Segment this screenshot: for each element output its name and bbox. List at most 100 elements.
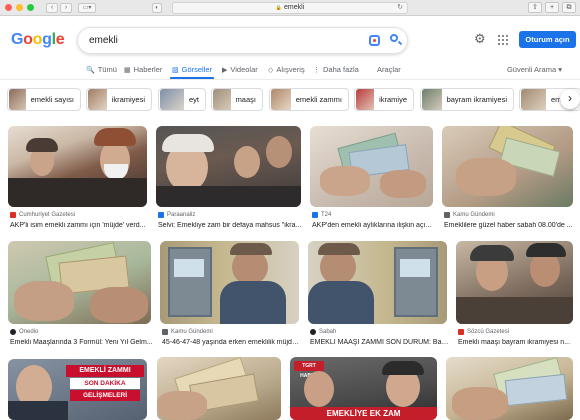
tab-label: Alışveriş — [276, 65, 305, 74]
result-title[interactable]: 45-46-47-48 yaşında erken emeklilik müjd… — [162, 339, 301, 346]
result-image[interactable]: TGRT HABER EMEKLİYE EK ZAM — [290, 357, 437, 420]
logo-letter: G — [11, 31, 24, 48]
result-title[interactable]: Emekli Maaşlarında 3 Formül: Yeni Yıl Ge… — [10, 339, 153, 346]
source-favicon — [458, 329, 464, 335]
apps-grid-icon[interactable] — [498, 35, 508, 45]
sign-in-button[interactable]: Oturum açın — [519, 31, 576, 48]
back-button[interactable]: ‹ — [46, 2, 58, 13]
tab-shopping[interactable]: ◇ Alışveriş — [268, 65, 305, 74]
tab-label: Videolar — [230, 65, 258, 74]
chip-bayram-ikramiyesi[interactable]: bayram ikramiyesi — [420, 88, 514, 111]
news-banner: EMEKLİYE EK ZAM — [290, 407, 437, 420]
chip-eyt[interactable]: eyt — [158, 88, 206, 111]
chevron-right-icon[interactable]: › — [560, 89, 580, 109]
sidebar-toggle-button[interactable]: ▭▾ — [78, 2, 96, 13]
images-icon: ▨ — [172, 66, 179, 74]
result-title[interactable]: AKP'den emekli aylıklarına ilişkin açı..… — [312, 222, 435, 229]
source-favicon — [10, 329, 16, 335]
chip-thumbnail — [213, 89, 231, 110]
result-image[interactable]: EMEKLİ ZAMMI SON DAKİKA GELİŞMELERİ — [8, 359, 147, 420]
source-favicon — [158, 212, 164, 218]
result-image[interactable] — [308, 241, 447, 324]
result-title[interactable]: EMEKLİ MAAŞI ZAMMI SON DURUM: Bak... — [310, 339, 449, 346]
google-lens-icon[interactable] — [369, 35, 380, 46]
result-source: Kamu Gündemi — [162, 329, 213, 335]
source-name: Paraanaliz — [167, 212, 196, 218]
result-source: Paraanaliz — [158, 212, 195, 218]
chip-label: bayram ikramiyesi — [446, 95, 507, 104]
forward-button[interactable]: › — [60, 2, 72, 13]
result-image[interactable] — [8, 126, 147, 207]
chip-maasi[interactable]: maaşı — [211, 88, 263, 111]
result-image[interactable] — [310, 126, 433, 207]
result-image[interactable] — [442, 126, 573, 207]
chip-emekli-sayisi[interactable]: emekli sayısı — [7, 88, 81, 111]
result-image[interactable] — [8, 241, 151, 324]
source-favicon — [10, 212, 16, 218]
chip-thumbnail — [160, 89, 184, 110]
result-image[interactable] — [456, 241, 573, 324]
news-banner: SON DAKİKA — [70, 378, 140, 389]
google-logo[interactable]: Google — [11, 31, 65, 49]
source-name: T24 — [321, 212, 332, 218]
result-title[interactable]: Emekli maaşı bayram ikramiyesi n... — [458, 339, 575, 346]
lock-icon: 🔒 — [275, 5, 283, 11]
tab-more[interactable]: ⋮ Daha fazla — [313, 65, 359, 74]
news-banner: GELİŞMELERİ — [70, 390, 140, 401]
source-favicon — [312, 212, 318, 218]
result-image[interactable] — [156, 126, 301, 207]
result-image[interactable] — [157, 357, 281, 420]
chip-ikramiyesi[interactable]: ikramiyesi — [86, 88, 152, 111]
source-name: Sabah — [319, 329, 337, 335]
privacy-shield-icon[interactable]: ◐ — [152, 3, 162, 13]
gear-icon[interactable]: ⚙ — [474, 32, 486, 45]
tab-images[interactable]: ▨ Görseller — [172, 65, 212, 74]
result-title[interactable]: Selvi: Emekliye zam bir defaya mahsus "i… — [158, 222, 303, 229]
search-input[interactable]: emekli — [89, 35, 118, 46]
news-banner: EMEKLİ ZAMMI — [66, 365, 144, 377]
window-controls — [5, 4, 34, 11]
chip-label: maaşı — [235, 95, 256, 104]
active-tab-indicator — [170, 77, 214, 79]
tag-icon: ◇ — [268, 66, 274, 74]
chip-ikramiye[interactable]: ikramiye — [354, 88, 414, 111]
close-window-button[interactable] — [5, 4, 12, 11]
address-bar[interactable]: 🔒 emekli ↻ — [172, 2, 408, 14]
logo-letter: e — [55, 31, 65, 48]
chip-thumbnail — [521, 89, 546, 110]
result-title[interactable]: Emeklilere güzel haber sabah 08.00'de ..… — [444, 222, 575, 229]
tab-all[interactable]: 🔍 Tümü — [86, 65, 117, 74]
tab-overview-icon[interactable]: ⧉ — [562, 2, 576, 13]
result-source: Kamu Gündemi — [444, 212, 495, 218]
source-favicon — [310, 329, 316, 335]
search-icon[interactable] — [390, 34, 398, 42]
tab-label: Tümü — [97, 65, 117, 74]
new-tab-icon[interactable]: + — [545, 2, 559, 13]
tab-tools[interactable]: Araçlar — [377, 65, 401, 74]
zoom-window-button[interactable] — [27, 4, 34, 11]
reload-icon[interactable]: ↻ — [397, 3, 403, 13]
chip-thumbnail — [88, 89, 107, 110]
video-icon: ▶ — [222, 66, 228, 74]
tab-videos[interactable]: ▶ Videolar — [222, 65, 258, 74]
chip-emekli-zammi[interactable]: emekli zammı — [269, 88, 349, 111]
related-searches: emekli sayısı ikramiyesi eyt maaşı emekl… — [7, 88, 580, 112]
chip-thumbnail — [422, 89, 442, 110]
logo-letter: g — [42, 31, 52, 48]
result-source: T24 — [312, 212, 331, 218]
search-box[interactable]: emekli — [77, 27, 408, 54]
result-image[interactable] — [446, 357, 573, 420]
tab-label: Daha fazla — [323, 65, 359, 74]
minimize-window-button[interactable] — [16, 4, 23, 11]
source-name: Sözcü Gazetesi — [467, 329, 510, 335]
source-name: Kamu Gündemi — [171, 329, 213, 335]
chip-label: ikramiyesi — [111, 95, 145, 104]
address-text: emekli — [283, 4, 305, 11]
safe-search-dropdown[interactable]: Güvenli Arama ▾ — [507, 65, 562, 74]
result-image[interactable] — [160, 241, 299, 324]
share-icon[interactable]: ⇧ — [528, 2, 542, 13]
tab-news[interactable]: ▦ Haberler — [124, 65, 162, 74]
browser-toolbar: ‹ › ▭▾ ◐ 🔒 emekli ↻ ⇧ + ⧉ — [0, 0, 580, 16]
result-title[interactable]: AKP'li isim emekli zammı için 'müjde' ve… — [10, 222, 149, 229]
tab-label: Araçlar — [377, 65, 401, 74]
